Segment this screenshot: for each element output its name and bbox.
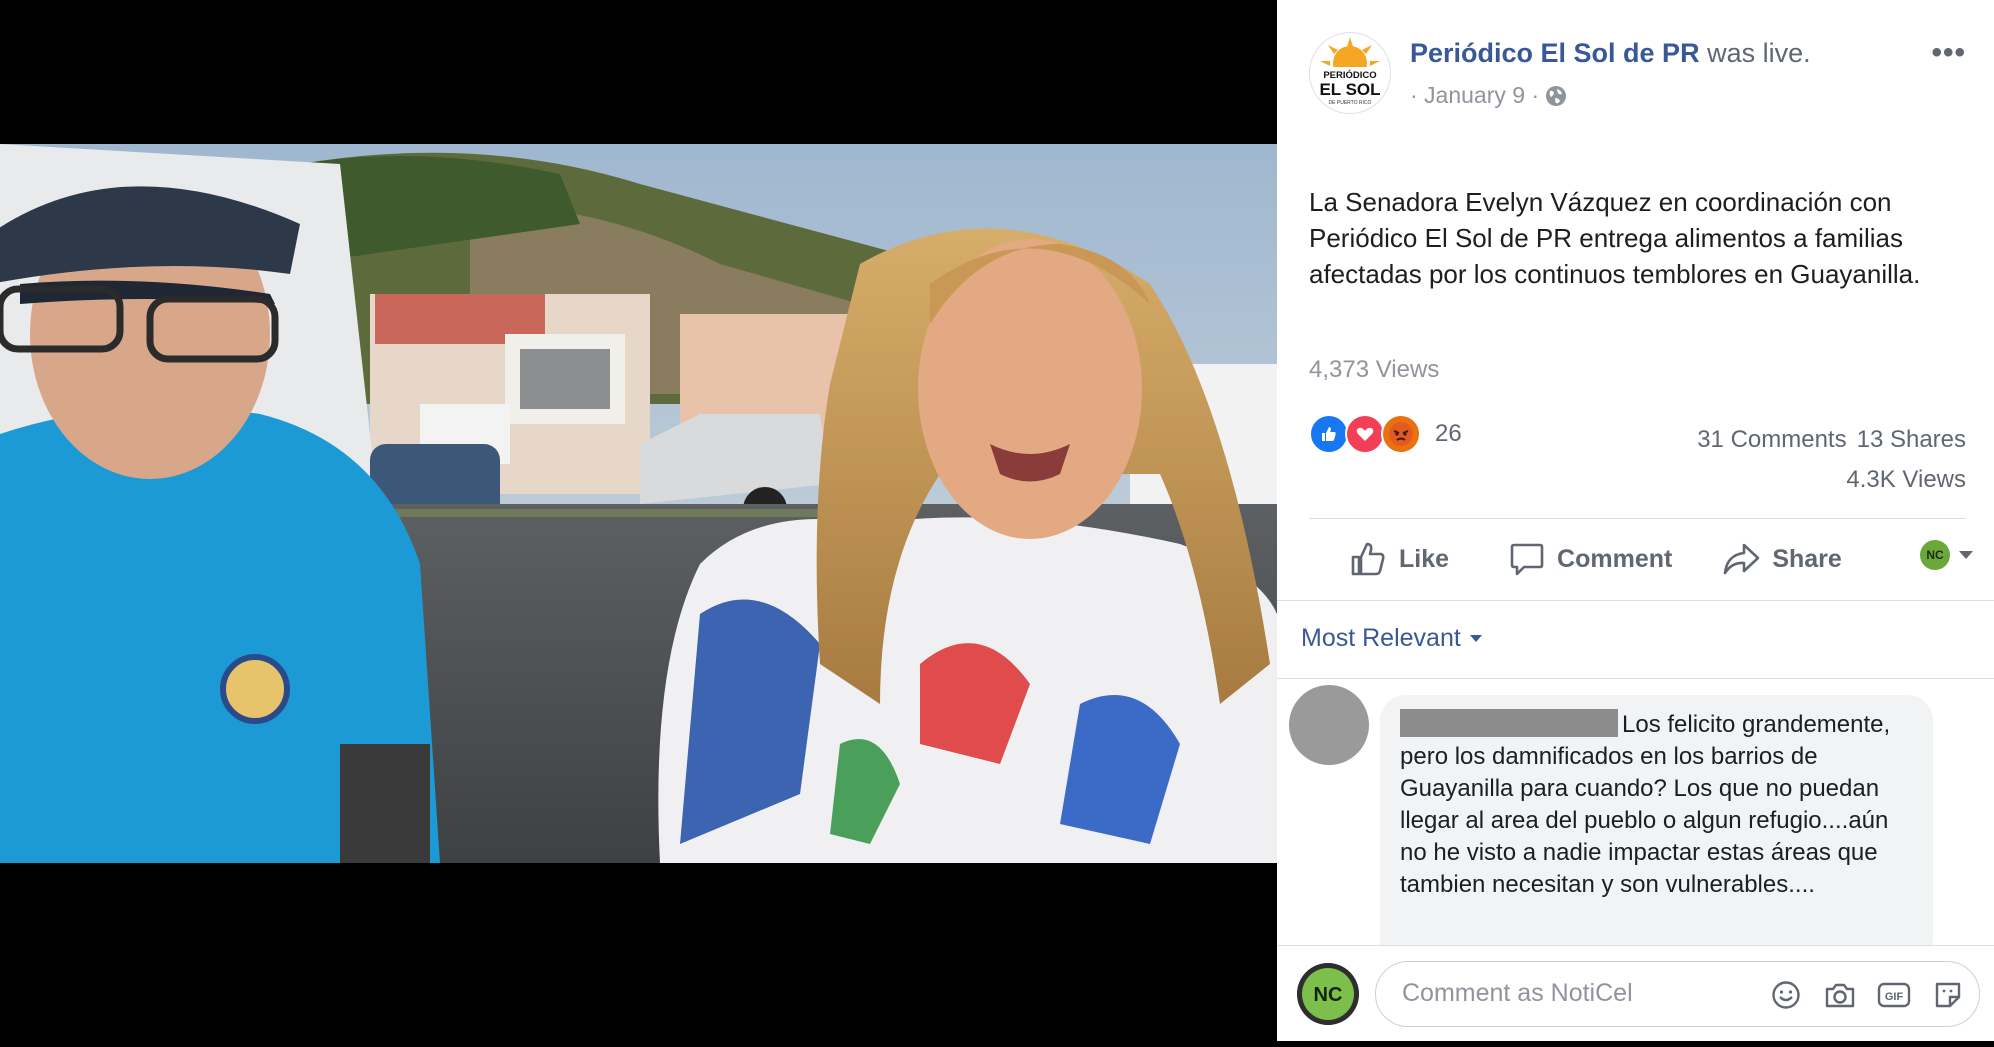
page-avatar[interactable]: PERIÓDICO EL SOL DE PUERTO RICO (1309, 32, 1391, 114)
bottom-strip (0, 1041, 1994, 1047)
comment-sort-bar: Most Relevant (1277, 600, 1994, 679)
commenter-avatar[interactable] (1289, 685, 1369, 765)
sort-dropdown[interactable]: Most Relevant (1301, 624, 1483, 653)
video-still (0, 144, 1277, 863)
post-date[interactable]: · January 9 · (1410, 82, 1539, 109)
like-reaction-icon (1309, 414, 1349, 454)
composer-icons: GIF (1765, 975, 1969, 1015)
comment-as-selector[interactable]: NC (1920, 540, 1974, 570)
redacted-commenter-name (1400, 709, 1618, 737)
view-count: 4,373 Views (1309, 356, 1440, 383)
angry-reaction-icon (1381, 414, 1421, 454)
comment-composer: NC GIF (1277, 945, 1994, 1041)
comment-input[interactable] (1402, 979, 1722, 1008)
comment-input-box[interactable]: GIF (1375, 961, 1980, 1027)
noticel-logo-text: NC (1314, 984, 1343, 1006)
noticel-avatar[interactable]: NC (1297, 963, 1359, 1025)
caret-down-icon (1469, 635, 1482, 642)
video-player[interactable] (0, 0, 1277, 1047)
sticker-icon[interactable] (1927, 975, 1969, 1015)
comments-count-link[interactable]: 31 Comments (1697, 426, 1846, 453)
comment-label: Comment (1557, 544, 1673, 573)
comment-icon (1510, 543, 1544, 576)
noticel-logo: NC (1297, 963, 1359, 1025)
comment-bubble: Los felicito grandemente, pero los damni… (1380, 695, 1933, 965)
video-frame[interactable] (0, 144, 1277, 863)
share-button[interactable]: Share (1722, 542, 1842, 576)
comment-text: Los felicito grandemente, pero los damni… (1400, 711, 1891, 898)
like-label: Like (1399, 544, 1450, 573)
noticel-avatar-small: NC (1920, 540, 1950, 570)
divider (1309, 518, 1966, 519)
reactions-summary[interactable]: 26 (1309, 414, 1462, 454)
gif-label: GIF (1885, 991, 1904, 1003)
shares-count-link[interactable]: 13 Shares (1857, 426, 1966, 453)
views-short: 4.3K Views (1846, 466, 1966, 493)
thumbs-up-icon (1351, 542, 1385, 576)
post-meta: · January 9 · (1410, 82, 1567, 109)
post-panel: PERIÓDICO EL SOL DE PUERTO RICO Periódic… (1277, 0, 1994, 1041)
share-label: Share (1772, 544, 1842, 573)
comment-button[interactable]: Comment (1509, 541, 1672, 577)
gif-icon[interactable]: GIF (1873, 975, 1915, 1015)
post-author-line: Periódico El Sol de PR was live. (1410, 38, 1811, 69)
engagement-stats: 31 Comments 13 Shares 4.3K Views (1697, 420, 1966, 500)
periodico-el-sol-logo: PERIÓDICO EL SOL DE PUERTO RICO (1316, 37, 1384, 106)
caret-down-icon (1959, 551, 1973, 559)
post-text: La Senadora Evelyn Vázquez en coordinaci… (1309, 187, 1921, 289)
live-status: was live. (1707, 38, 1811, 68)
emoji-icon[interactable] (1765, 975, 1807, 1015)
share-arrow-icon (1724, 543, 1760, 575)
love-reaction-icon (1345, 414, 1385, 454)
camera-icon[interactable] (1819, 975, 1861, 1015)
logo-line3: DE PUERTO RICO (1329, 100, 1372, 106)
page-name-link[interactable]: Periódico El Sol de PR (1410, 38, 1700, 68)
like-button[interactable]: Like (1349, 540, 1449, 578)
action-bar: Like Comment Share (1309, 523, 1966, 595)
logo-line2: EL SOL (1319, 80, 1380, 99)
reaction-count: 26 (1435, 420, 1462, 447)
more-options-button[interactable]: ••• (1931, 36, 1966, 70)
sort-label: Most Relevant (1301, 624, 1461, 652)
globe-icon (1546, 85, 1567, 106)
